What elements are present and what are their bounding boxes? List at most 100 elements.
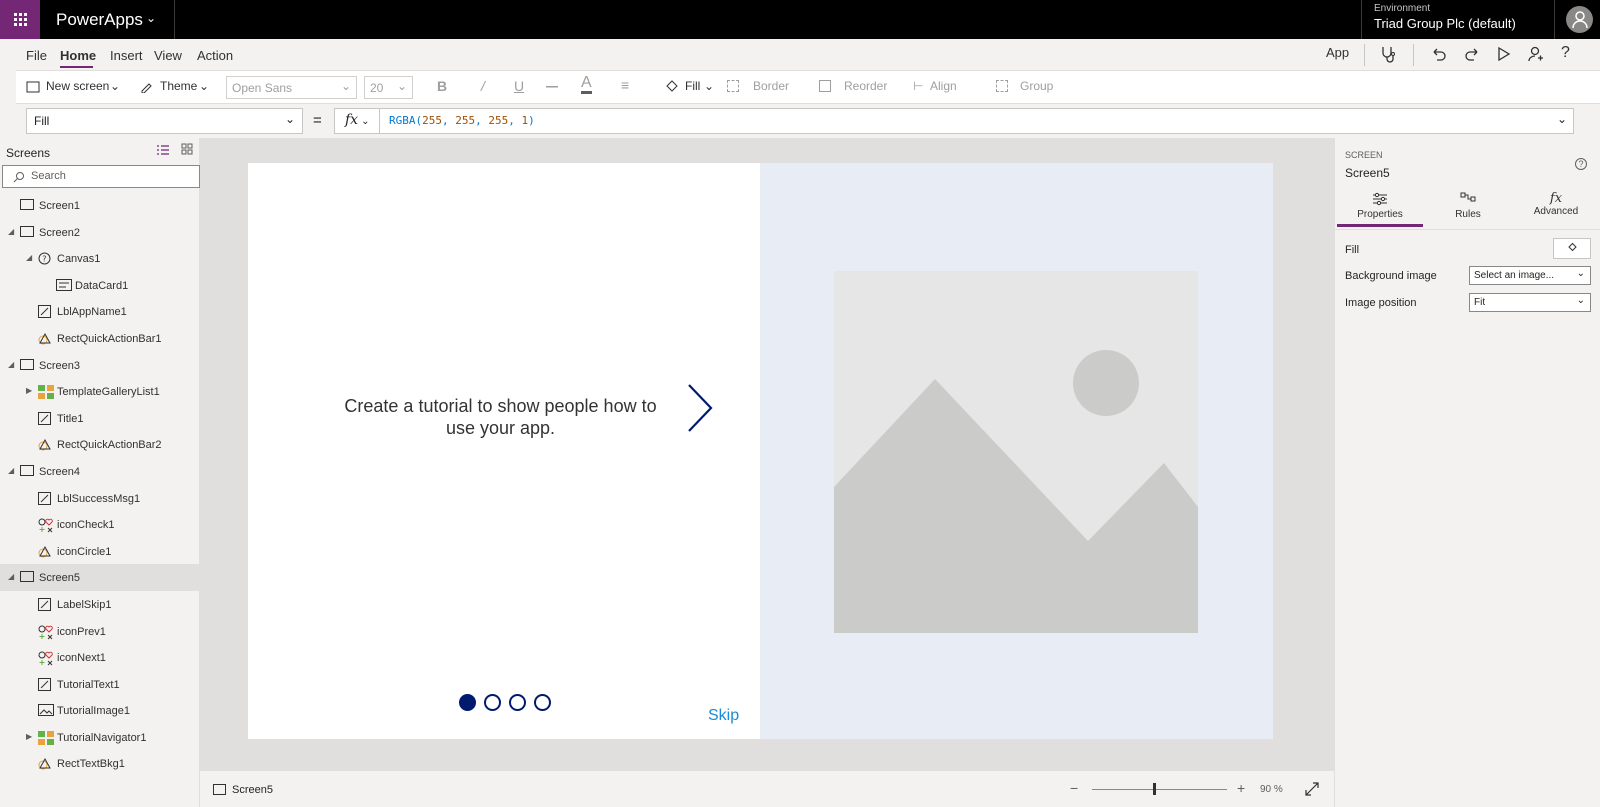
navigator-dot[interactable] (484, 694, 501, 711)
redo-icon[interactable] (1464, 46, 1480, 62)
menu-view[interactable]: View (154, 48, 182, 63)
tree-item[interactable]: DataCard1 (0, 272, 200, 299)
control-name[interactable]: Screen5 (1345, 166, 1390, 180)
fill-button[interactable]: Fill (685, 79, 700, 93)
navigator-dot[interactable] (509, 694, 526, 711)
tab-rules[interactable]: Rules (1425, 192, 1511, 220)
fit-to-window-icon[interactable] (1305, 782, 1319, 796)
align-button[interactable]: Align (930, 79, 957, 93)
share-user-icon[interactable] (1528, 46, 1544, 62)
list-view-icon[interactable] (156, 144, 170, 156)
user-avatar[interactable] (1566, 6, 1593, 33)
zoom-in-button[interactable]: + (1237, 780, 1245, 796)
app-launcher-button[interactable] (0, 0, 40, 39)
menu-file[interactable]: File (26, 48, 47, 63)
tree-item[interactable]: LblAppName1 (0, 298, 200, 325)
tab-properties[interactable]: Properties (1337, 192, 1423, 220)
app-settings-button[interactable]: App (1326, 45, 1349, 60)
tree-item[interactable]: LabelSkip1 (0, 591, 200, 618)
navigator-dot[interactable] (534, 694, 551, 711)
tree-item[interactable]: ◢ Screen3 (0, 352, 200, 379)
text-align-button[interactable]: ≡ (621, 77, 629, 93)
tutorial-text[interactable]: Create a tutorial to show people how to … (338, 395, 663, 439)
tree-item[interactable]: ◢ Screen4 (0, 458, 200, 485)
expand-icon[interactable]: ▶ (26, 386, 32, 395)
tree-item[interactable]: iconNext1 (0, 644, 200, 671)
group-button[interactable]: Group (1020, 79, 1053, 93)
new-screen-button[interactable]: New screen (46, 79, 109, 93)
reorder-button[interactable]: Reorder (844, 79, 887, 93)
zoom-slider[interactable] (1092, 789, 1227, 790)
play-icon[interactable] (1497, 46, 1511, 62)
tree-item[interactable]: TutorialImage1 (0, 697, 200, 724)
formula-input[interactable]: fx ⌄ RGBA(255, 255, 255, 1) ⌄ (334, 108, 1574, 134)
menu-action[interactable]: Action (197, 48, 233, 63)
environment-picker[interactable]: Environment Triad Group Plc (default) (1374, 3, 1516, 31)
collapse-icon[interactable]: ◢ (8, 466, 14, 475)
fx-button[interactable]: fx ⌄ (335, 109, 380, 133)
help-icon[interactable]: ? (1561, 44, 1570, 62)
undo-icon[interactable] (1431, 46, 1447, 62)
background-image-select[interactable]: Select an image... ⌄ (1469, 266, 1591, 285)
bold-button[interactable]: B (437, 78, 447, 94)
collapse-icon[interactable]: ◢ (8, 360, 14, 369)
rect-text-bkg[interactable]: Create a tutorial to show people how to … (248, 163, 760, 739)
screen5-canvas[interactable]: Create a tutorial to show people how to … (248, 163, 1273, 739)
property-select[interactable]: Fill ⌄ (26, 108, 303, 134)
expand-icon[interactable]: ▶ (26, 732, 32, 741)
tree-item[interactable]: ◢ Screen5 (0, 564, 200, 591)
collapse-icon[interactable]: ◢ (26, 253, 32, 262)
tree-item[interactable]: LblSuccessMsg1 (0, 485, 200, 512)
app-name[interactable]: PowerApps (56, 10, 143, 30)
tree-item[interactable]: iconCheck1 (0, 511, 200, 538)
italic-button[interactable]: / (481, 78, 485, 94)
tree-item[interactable]: RectQuickActionBar1 (0, 325, 200, 352)
skip-link[interactable]: Skip (708, 707, 739, 725)
navigator-dot[interactable] (459, 694, 476, 711)
tree-item[interactable]: iconPrev1 (0, 618, 200, 645)
border-button[interactable]: Border (753, 79, 789, 93)
strikethrough-button[interactable]: — (546, 79, 558, 93)
stethoscope-icon[interactable] (1380, 46, 1396, 64)
theme-icon (141, 83, 152, 93)
tab-advanced[interactable]: fx Advanced (1513, 192, 1599, 218)
label-icon (38, 411, 51, 428)
chevron-down-icon[interactable]: ⌄ (199, 79, 209, 93)
font-size-select[interactable]: 20 ⌄ (364, 76, 413, 99)
zoom-out-button[interactable]: − (1070, 780, 1078, 796)
tree-item[interactable]: TutorialText1 (0, 671, 200, 698)
theme-button[interactable]: Theme (160, 79, 197, 93)
tree-item[interactable]: RectQuickActionBar2 (0, 431, 200, 458)
next-arrow-icon[interactable] (686, 382, 716, 434)
tree-item[interactable]: Title1 (0, 405, 200, 432)
help-icon[interactable]: ? (1575, 158, 1587, 170)
formula-text[interactable]: RGBA(255, 255, 255, 1) (389, 114, 535, 127)
underline-button[interactable]: U (514, 78, 524, 94)
fill-color-picker[interactable] (1553, 238, 1591, 259)
expand-formula-icon[interactable]: ⌄ (1557, 112, 1567, 126)
tree-item[interactable]: ◢ Screen2 (0, 219, 200, 246)
zoom-slider-thumb[interactable] (1152, 783, 1156, 795)
chevron-down-icon[interactable]: ⌄ (146, 11, 156, 25)
image-position-select[interactable]: Fit ⌄ (1469, 293, 1591, 312)
tree-item[interactable]: ▶ TutorialNavigator1 (0, 724, 200, 751)
tutorial-navigator[interactable] (459, 694, 551, 711)
tree-item[interactable]: Screen1 (0, 192, 200, 219)
font-color-button[interactable]: A (581, 75, 592, 94)
tutorial-image-placeholder[interactable] (834, 271, 1198, 633)
collapse-icon[interactable]: ◢ (8, 227, 14, 236)
active-menu-indicator (60, 66, 93, 68)
chevron-down-icon[interactable]: ⌄ (704, 79, 714, 93)
current-screen-label[interactable]: Screen5 (232, 784, 273, 796)
tree-item[interactable]: ▶ TemplateGalleryList1 (0, 378, 200, 405)
thumbnail-view-icon[interactable] (181, 143, 193, 155)
tree-item[interactable]: ◢? Canvas1 (0, 245, 200, 272)
menu-insert[interactable]: Insert (110, 48, 143, 63)
chevron-down-icon[interactable]: ⌄ (110, 79, 120, 93)
tree-item[interactable]: iconCircle1 (0, 538, 200, 565)
menu-home[interactable]: Home (60, 48, 96, 63)
collapse-icon[interactable]: ◢ (8, 572, 14, 581)
tree-item[interactable]: RectTextBkg1 (0, 750, 200, 777)
font-family-select[interactable]: Open Sans ⌄ (226, 76, 357, 99)
screens-search-input[interactable]: Search (2, 165, 200, 188)
